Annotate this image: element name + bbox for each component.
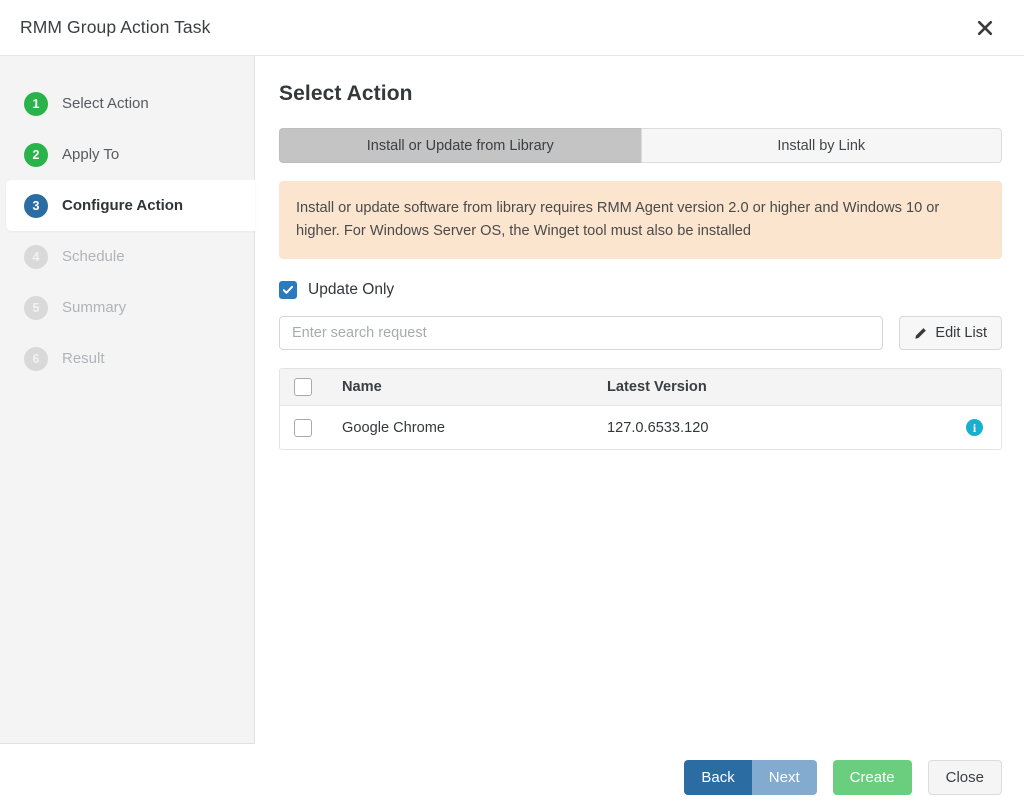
next-button[interactable]: Next [751,759,817,795]
navigation-button-group: Back Next [684,759,817,795]
update-only-checkbox[interactable] [279,281,297,300]
pencil-icon [915,327,927,339]
table-row[interactable]: Google Chrome 127.0.6533.120 i [280,406,1001,450]
page-title: RMM Group Action Task [20,17,211,37]
tab-install-or-update-from-library[interactable]: Install or Update from Library [279,128,641,163]
action-source-tabs: Install or Update from Library Install b… [279,128,1002,163]
row-select-cell [294,418,342,437]
step-number-badge: 5 [24,295,48,320]
step-number-badge: 1 [24,91,48,116]
sidebar-item-label: Configure Action [62,197,184,214]
search-row: Edit List [279,316,1002,351]
sidebar-item-label: Summary [62,299,127,316]
select-all-cell [294,378,342,397]
tab-install-by-link[interactable]: Install by Link [640,128,1002,163]
rmm-group-action-task-dialog: RMM Group Action Task 1 Select Action 2 … [0,0,1024,810]
dialog-footer: Back Next Create Close [0,744,1024,810]
row-info-cell: i [961,419,983,437]
step-number-badge: 3 [24,193,48,218]
back-button[interactable]: Back [684,759,752,795]
close-icon [977,20,993,35]
select-all-checkbox[interactable] [294,378,312,397]
row-select-checkbox[interactable] [294,418,312,437]
requirements-notice: Install or update software from library … [279,181,1002,260]
wizard-steps-sidebar: 1 Select Action 2 Apply To 3 Configure A… [0,56,255,744]
section-title: Select Action [279,82,413,105]
sidebar-item-label: Schedule [62,248,125,265]
edit-list-label: Edit List [935,325,987,342]
close-dialog-button[interactable] [968,11,1002,45]
checkmark-icon [282,286,293,295]
dialog-body: 1 Select Action 2 Apply To 3 Configure A… [0,56,1024,744]
step-number-badge: 6 [24,346,48,371]
software-table: Name Latest Version Google Chrome 127.0.… [279,368,1002,451]
cell-name: Google Chrome [342,419,446,436]
step-number-badge: 2 [24,142,48,167]
table-header-row: Name Latest Version [280,369,1001,407]
sidebar-item-label: Apply To [62,146,120,163]
sidebar-item-result[interactable]: 6 Result [0,333,254,384]
close-button[interactable]: Close [927,759,1002,795]
update-only-checkbox-row[interactable]: Update Only [279,281,395,300]
edit-list-button[interactable]: Edit List [899,316,1002,351]
cell-latest-version: 127.0.6533.120 [607,419,709,436]
update-only-label: Update Only [308,281,395,299]
sidebar-item-summary[interactable]: 5 Summary [0,282,254,333]
step-number-badge: 4 [24,244,48,269]
create-button[interactable]: Create [832,759,912,795]
search-input[interactable] [279,316,884,351]
sidebar-item-select-action[interactable]: 1 Select Action [0,78,254,129]
sidebar-item-label: Select Action [62,95,149,112]
sidebar-item-label: Result [62,350,105,367]
configure-action-panel: Select Action Install or Update from Lib… [255,56,1024,744]
sidebar-item-schedule[interactable]: 4 Schedule [0,231,254,282]
sidebar-item-apply-to[interactable]: 2 Apply To [0,129,254,180]
dialog-header: RMM Group Action Task [0,0,1024,56]
info-icon[interactable]: i [966,419,983,437]
column-header-latest-version: Latest Version [607,379,707,396]
sidebar-item-configure-action[interactable]: 3 Configure Action [6,180,255,231]
column-header-name: Name [342,379,382,396]
